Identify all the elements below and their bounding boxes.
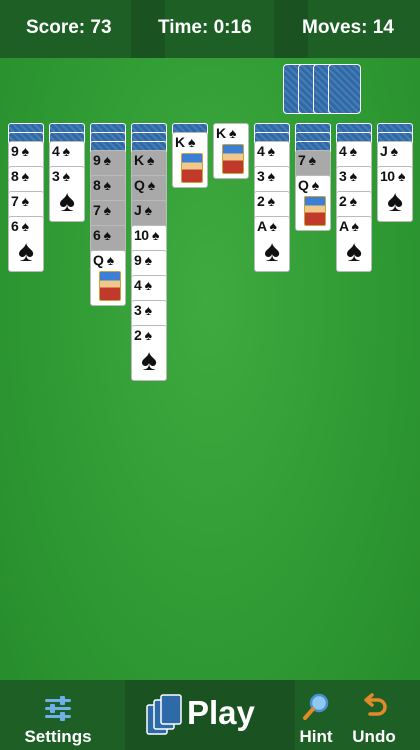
hint-label: Hint: [299, 727, 333, 746]
playing-card[interactable]: 10 ♠ ♠: [377, 166, 413, 222]
spade-icon: ♠: [59, 185, 75, 218]
card-rank-label: 9 ♠: [11, 143, 29, 159]
card-rank-label: 8 ♠: [93, 177, 111, 193]
card-rank-label: 10 ♠: [134, 227, 159, 243]
playing-card[interactable]: K ♠: [213, 123, 249, 179]
card-rank-label: 9 ♠: [93, 152, 111, 168]
card-rank-label: Q ♠: [298, 177, 319, 193]
settings-label: Settings: [24, 727, 92, 746]
card-rank-label: 3 ♠: [134, 302, 152, 318]
score-display: Score: 73: [26, 17, 112, 38]
moves-display: Moves: 14: [302, 17, 394, 38]
undo-button[interactable]: Undo: [348, 692, 400, 747]
play-button[interactable]: Play: [125, 680, 295, 750]
playing-card[interactable]: 3 ♠ ♠: [49, 166, 85, 222]
card-rank-label: 3 ♠: [339, 168, 357, 184]
card-rank-label: K ♠: [134, 152, 154, 168]
playing-card[interactable]: 6 ♠ ♠: [8, 216, 44, 272]
card-rank-label: 6 ♠: [11, 218, 29, 234]
card-rank-label: 8 ♠: [11, 168, 29, 184]
card-rank-label: 6 ♠: [93, 227, 111, 243]
undo-label: Undo: [352, 727, 396, 746]
stock-card[interactable]: [328, 64, 361, 114]
playing-card[interactable]: 2 ♠ ♠: [131, 325, 167, 381]
undo-arrow-icon: [364, 693, 387, 716]
card-rank-label: 3 ♠: [257, 168, 275, 184]
playing-card[interactable]: Q ♠: [90, 250, 126, 306]
face-card-art: [304, 196, 326, 226]
playing-card[interactable]: A ♠ ♠: [254, 216, 290, 272]
card-rank-label: 2 ♠: [134, 327, 152, 343]
spade-icon: ♠: [141, 344, 157, 377]
card-rank-label: 4 ♠: [134, 277, 152, 293]
hint-button[interactable]: Hint: [290, 692, 342, 747]
card-rank-label: K ♠: [175, 134, 195, 150]
playing-card[interactable]: K ♠: [172, 132, 208, 188]
card-rank-label: 2 ♠: [339, 193, 357, 209]
spade-icon: ♠: [346, 235, 362, 268]
cards-icon: [146, 694, 182, 735]
card-rank-label: J ♠: [134, 202, 152, 218]
card-rank-label: A ♠: [339, 218, 359, 234]
card-rank-label: 9 ♠: [134, 252, 152, 268]
time-display: Time: 0:16: [158, 17, 252, 38]
bottom-toolbar: Settings Play Hint Undo: [0, 680, 420, 750]
card-rank-label: Q ♠: [93, 252, 114, 268]
card-rank-label: 4 ♠: [339, 143, 357, 159]
spade-icon: ♠: [18, 235, 34, 268]
card-rank-label: 4 ♠: [52, 143, 70, 159]
face-card-art: [181, 153, 203, 183]
card-rank-label: 7 ♠: [93, 202, 111, 218]
face-card-art: [99, 271, 121, 301]
spade-icon: ♠: [264, 235, 280, 268]
card-rank-label: J ♠: [380, 143, 398, 159]
card-rank-label: 3 ♠: [52, 168, 70, 184]
card-rank-label: K ♠: [216, 125, 236, 141]
spade-icon: ♠: [387, 185, 403, 218]
playing-card[interactable]: A ♠ ♠: [336, 216, 372, 272]
card-rank-label: A ♠: [257, 218, 277, 234]
play-label: Play: [187, 694, 255, 731]
card-rank-label: Q ♠: [134, 177, 155, 193]
card-rank-label: 7 ♠: [11, 193, 29, 209]
card-rank-label: 4 ♠: [257, 143, 275, 159]
top-bar: Score: 73 Time: 0:16 Moves: 14: [0, 0, 420, 58]
card-rank-label: 10 ♠: [380, 168, 405, 184]
settings-button[interactable]: Settings: [18, 694, 98, 747]
playing-card[interactable]: Q ♠: [295, 175, 331, 231]
card-rank-label: 2 ♠: [257, 193, 275, 209]
face-card-art: [222, 144, 244, 174]
card-rank-label: 7 ♠: [298, 152, 316, 168]
sliders-icon: [45, 696, 71, 721]
magnifier-icon: [303, 693, 329, 720]
